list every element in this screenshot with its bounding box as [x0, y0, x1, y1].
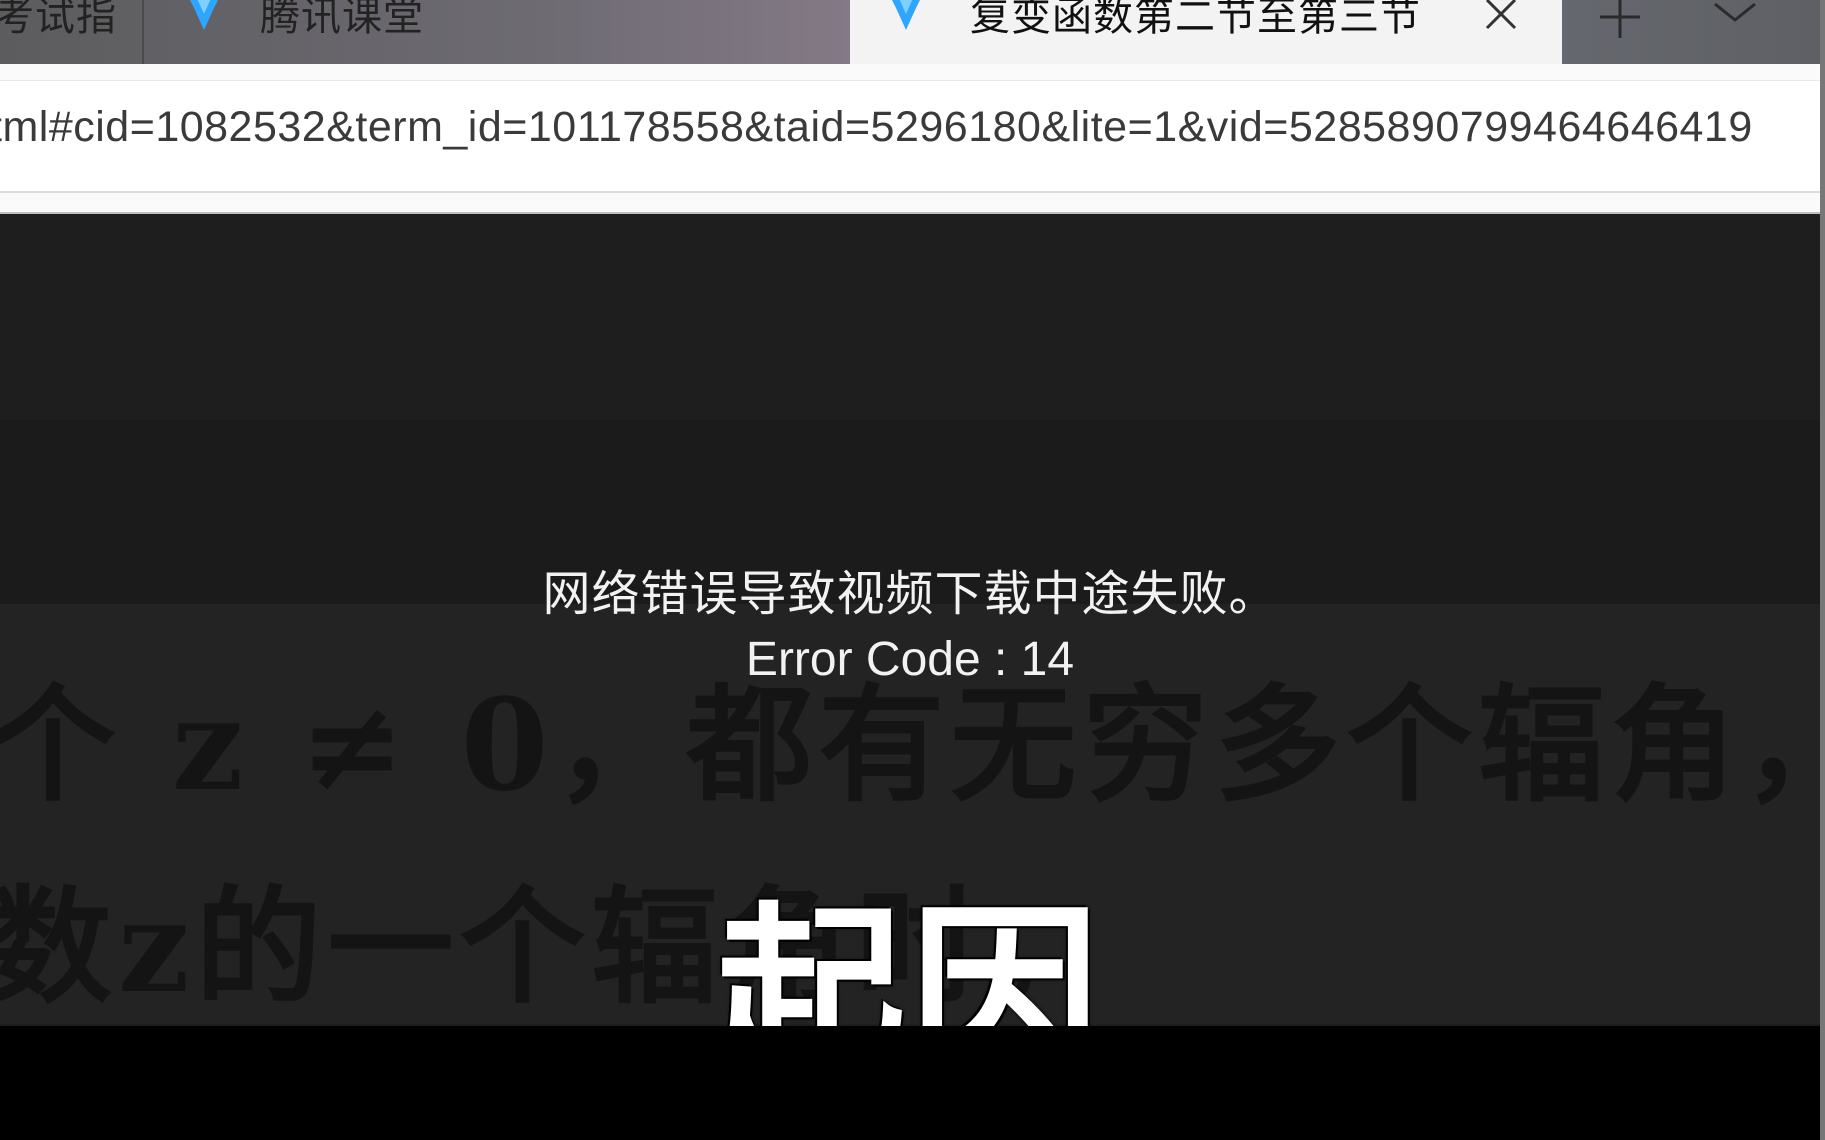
tab-exam[interactable]: 考试指	[0, 0, 144, 64]
chevron-down-icon[interactable]	[1705, 0, 1765, 30]
subtitle-caption: 起因	[715, 886, 1104, 1026]
error-code: Error Code : 14	[745, 633, 1075, 686]
address-bar-area: tml#cid=1082532&term_id=101178558&taid=5…	[0, 64, 1824, 215]
tab-label: 考试指	[0, 0, 117, 40]
tencent-classroom-icon	[892, 0, 920, 30]
letterbox-bar	[0, 1026, 1825, 1140]
tab-bar: 考试指 腾讯课堂 复变函数第二节至第三节	[0, 0, 1825, 64]
tab-label: 复变函数第二节至第三节	[970, 0, 1421, 40]
plus-icon[interactable]	[1590, 0, 1650, 42]
tab-active-lecture[interactable]: 复变函数第二节至第三节	[850, 0, 1562, 64]
video-player[interactable]: 个 z ≠ 0，都有无穷多个辐角，因 数z的一个辐角时， 网络错误导致视频下载中…	[0, 214, 1820, 1026]
error-message: 网络错误导致视频下载中途失败。	[542, 566, 1278, 622]
window-edge	[1820, 0, 1825, 1140]
url-text: tml#cid=1082532&term_id=101178558&taid=5…	[0, 103, 1753, 151]
tab-label: 腾讯课堂	[260, 0, 424, 40]
tencent-classroom-icon	[190, 0, 218, 30]
close-icon[interactable]	[1478, 0, 1524, 34]
address-bar[interactable]: tml#cid=1082532&term_id=101178558&taid=5…	[0, 80, 1824, 193]
tab-tencent-classroom[interactable]: 腾讯课堂	[144, 0, 848, 64]
